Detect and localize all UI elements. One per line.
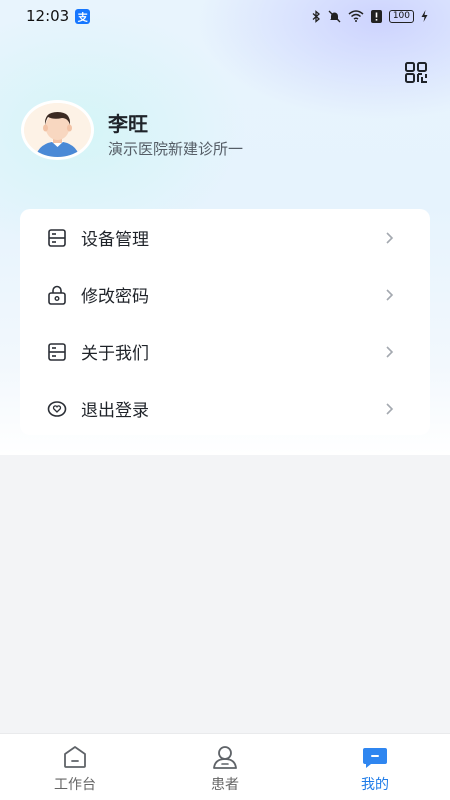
chevron-right-icon <box>386 345 394 358</box>
tab-label: 我的 <box>361 777 389 793</box>
lock-icon <box>48 285 66 305</box>
settings-menu-card: 设备管理 修改密码 关于我们 退出登录 <box>20 209 430 435</box>
tab-patients[interactable]: 患者 <box>150 734 300 800</box>
mute-bell-icon <box>328 10 341 22</box>
tab-label: 患者 <box>211 777 239 793</box>
person-icon <box>213 746 237 769</box>
bottom-navigation: 工作台 患者 我的 <box>0 733 450 800</box>
tab-label: 工作台 <box>54 777 96 793</box>
menu-item-label: 设备管理 <box>81 230 149 250</box>
wifi-icon <box>348 10 364 22</box>
device-icon <box>48 228 66 247</box>
menu-item-label: 修改密码 <box>81 287 149 307</box>
logout-heart-icon <box>47 400 67 417</box>
qr-code-icon[interactable] <box>405 62 429 84</box>
menu-item-about-us[interactable]: 关于我们 <box>20 323 430 380</box>
menu-item-label: 退出登录 <box>81 401 149 421</box>
home-icon <box>64 746 86 768</box>
avatar[interactable] <box>21 100 94 160</box>
tab-mine[interactable]: 我的 <box>300 734 450 800</box>
info-card-icon <box>48 342 66 361</box>
alert-icon <box>370 9 382 23</box>
menu-item-device-management[interactable]: 设备管理 <box>20 209 430 266</box>
bluetooth-icon <box>312 9 320 23</box>
chat-bubble-icon <box>363 748 387 768</box>
menu-item-label: 关于我们 <box>81 344 149 364</box>
user-organization: 演示医院新建诊所一 <box>108 140 244 158</box>
chevron-right-icon <box>386 402 394 415</box>
chevron-right-icon <box>386 288 394 301</box>
alipay-icon: 支 <box>75 8 91 24</box>
charging-icon <box>421 10 428 22</box>
battery-indicator: 100 <box>388 9 414 23</box>
user-name: 李旺 <box>108 112 148 136</box>
menu-item-logout[interactable]: 退出登录 <box>20 380 430 437</box>
chevron-right-icon <box>386 231 394 244</box>
status-bar: 12:03 支 100 <box>0 0 450 32</box>
menu-item-change-password[interactable]: 修改密码 <box>20 266 430 323</box>
status-time: 12:03 <box>26 7 70 25</box>
tab-workbench[interactable]: 工作台 <box>0 734 150 800</box>
